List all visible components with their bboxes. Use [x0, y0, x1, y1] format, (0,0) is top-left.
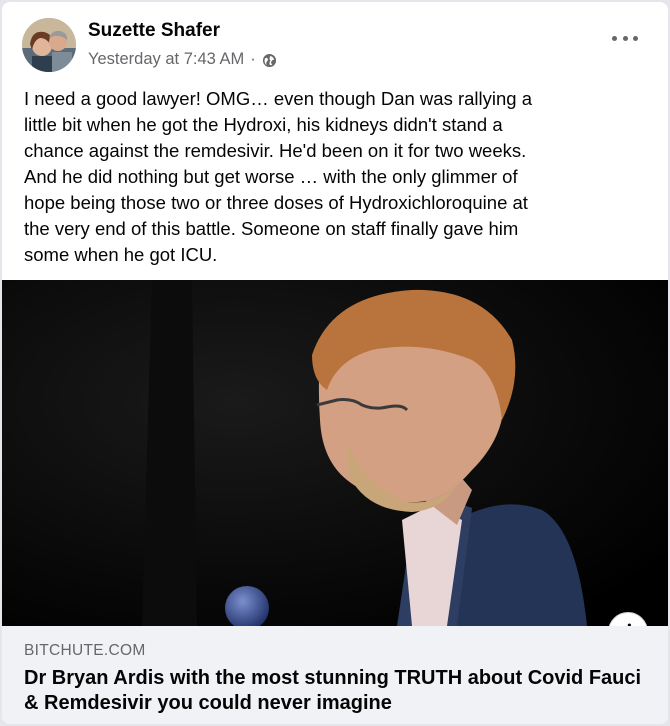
meta-separator: ·	[250, 50, 256, 68]
more-options-icon[interactable]	[612, 36, 638, 46]
link-title[interactable]: Dr Bryan Ardis with the most stunning TR…	[24, 666, 644, 716]
more-dot	[612, 36, 617, 41]
post-header: Suzette Shafer Yesterday at 7:43 AM ·	[2, 2, 668, 82]
author-name[interactable]: Suzette Shafer	[88, 20, 220, 42]
avatar-image	[22, 18, 76, 72]
link-preview[interactable]: BITCHUTE.COM Dr Bryan Ardis with the mos…	[2, 626, 668, 724]
link-preview-image[interactable]	[2, 280, 668, 626]
post-timestamp[interactable]: Yesterday at 7:43 AM	[88, 50, 244, 69]
author-avatar[interactable]	[22, 18, 76, 72]
more-dot	[633, 36, 638, 41]
link-domain: BITCHUTE.COM	[24, 642, 146, 659]
globe-icon[interactable]	[262, 53, 277, 68]
post-meta: Yesterday at 7:43 AM ·	[88, 50, 277, 69]
post-body-text: I need a good lawyer! OMG… even though D…	[24, 88, 533, 265]
speaker-photo	[2, 280, 668, 626]
post-card: Suzette Shafer Yesterday at 7:43 AM · I …	[2, 2, 668, 724]
more-dot	[622, 36, 628, 41]
